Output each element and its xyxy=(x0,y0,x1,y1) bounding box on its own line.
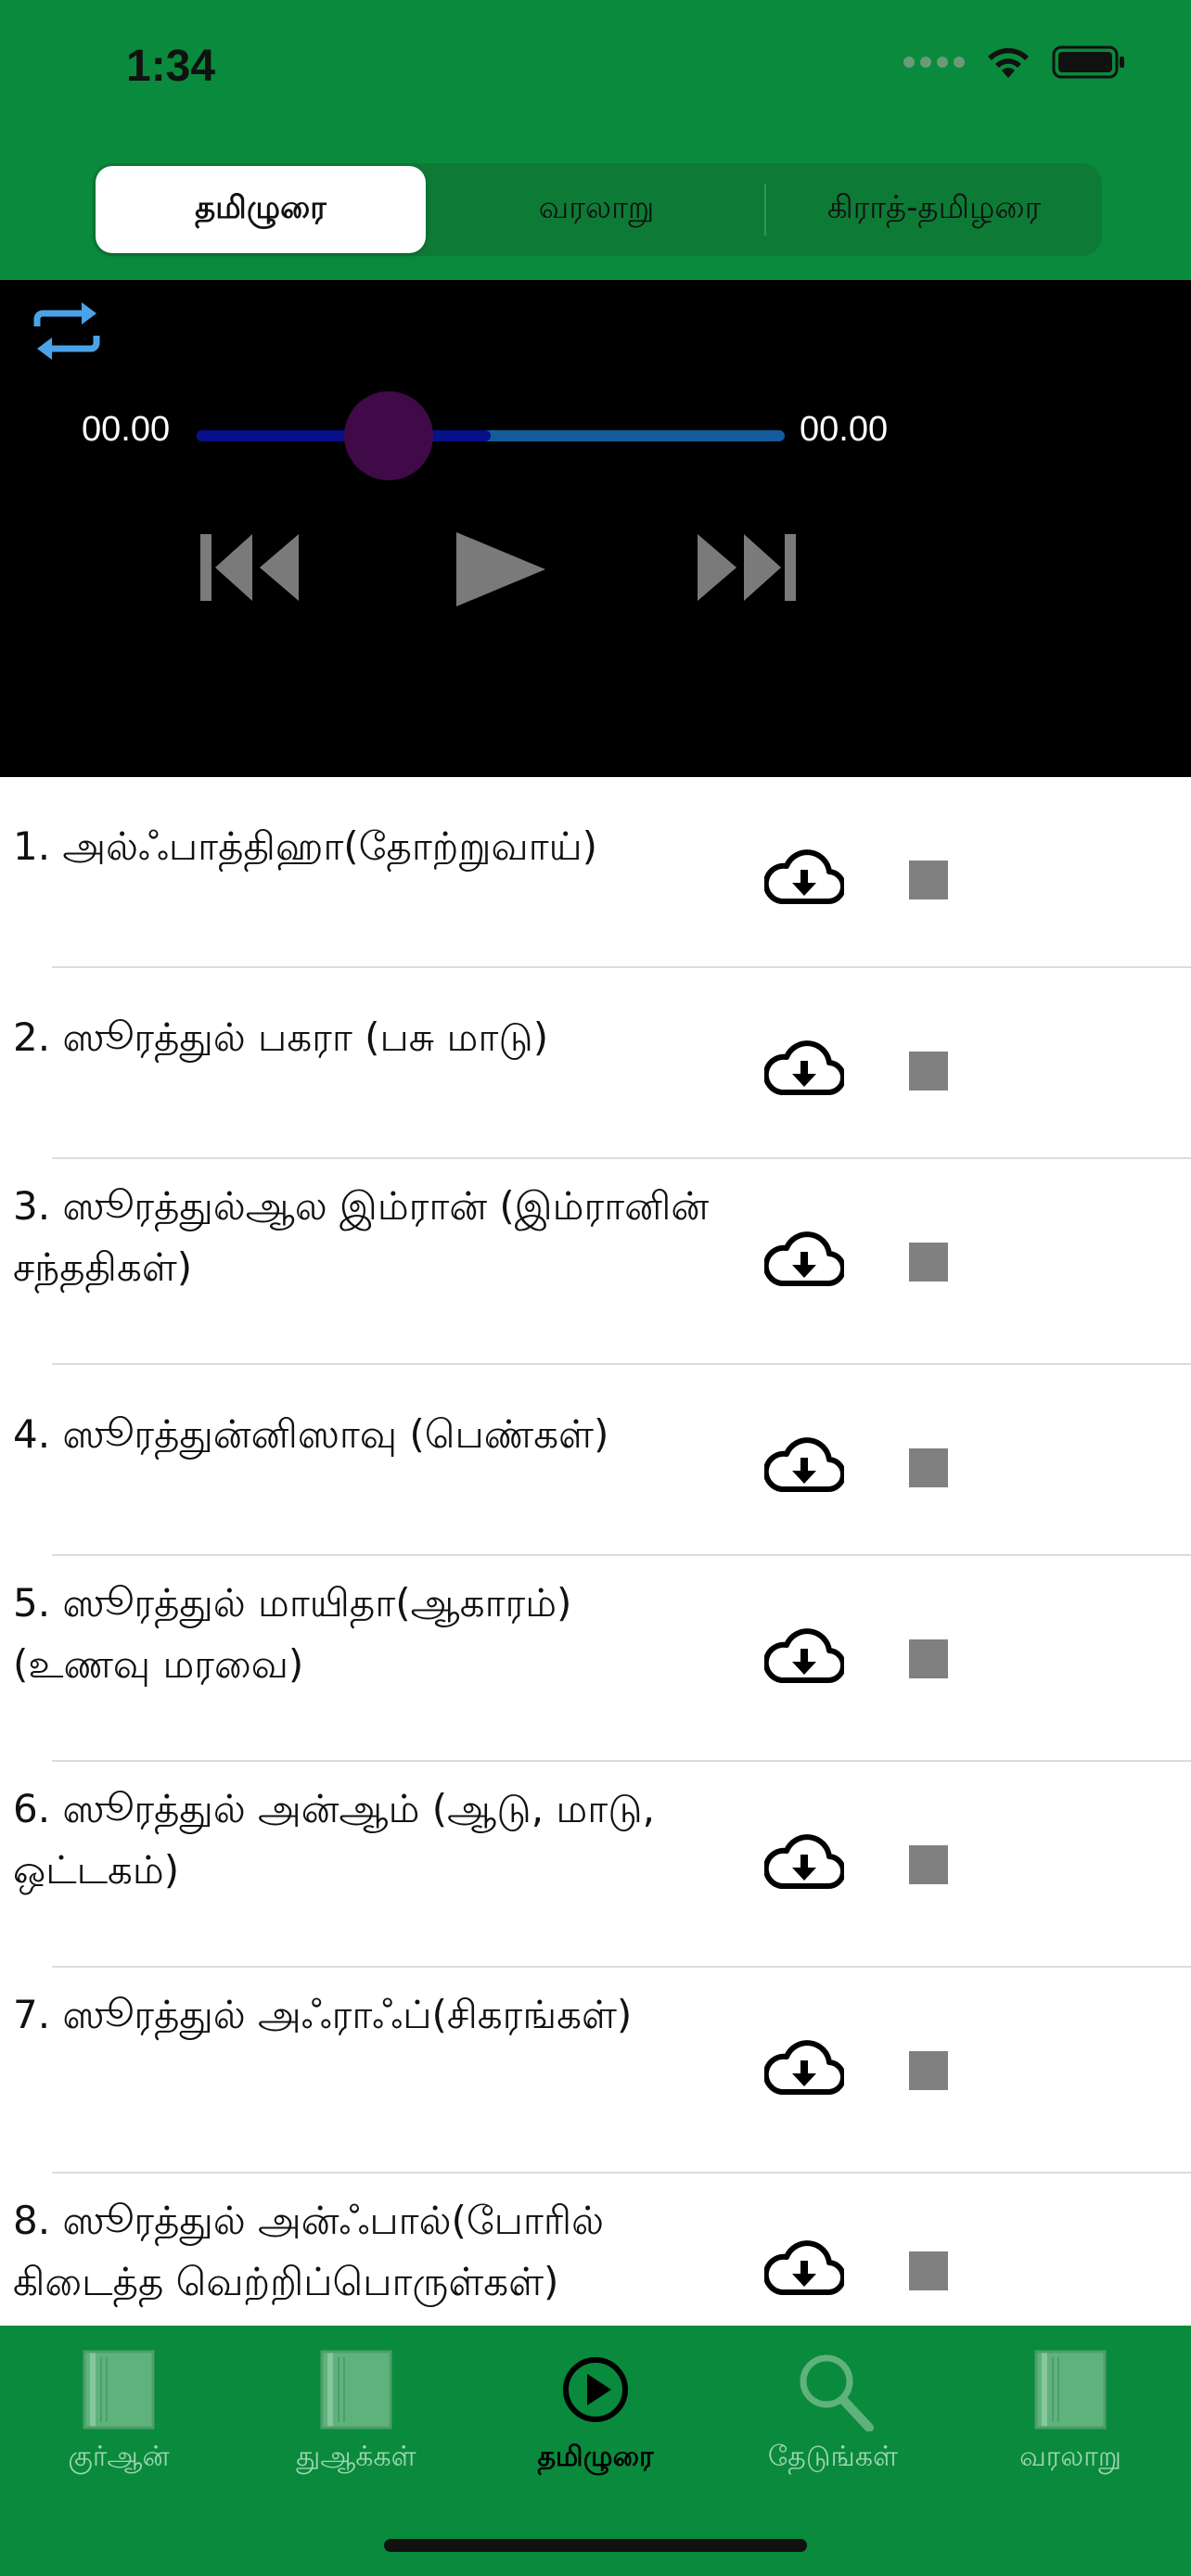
surah-title: 4. ஸூரத்துன்னிஸாவு (பெண்கள்) xyxy=(13,1411,609,1457)
cellular-icon xyxy=(903,57,965,68)
surah-title: 5. ஸூரத்துல் மாயிதா(ஆகாரம்) (உணவு மரவை) xyxy=(13,1580,572,1687)
stop-square-icon[interactable] xyxy=(909,2051,948,2090)
stop-square-icon[interactable] xyxy=(909,861,948,899)
surah-row[interactable]: 2. ஸூரத்துல் பகரா (பசு மாடு) xyxy=(0,968,1191,1159)
surah-row[interactable]: 6. ஸூரத்துல் அன்ஆம் (ஆடு, மாடு, ஒட்டகம்) xyxy=(0,1762,1191,1968)
surah-row[interactable]: 3. ஸூரத்துல்ஆல இம்ரான் (இம்ரானின் சந்ததி… xyxy=(0,1159,1191,1365)
book-icon xyxy=(83,2350,155,2429)
tab-item[interactable]: வரலாறு xyxy=(978,2348,1163,2477)
repeat-icon[interactable] xyxy=(30,299,104,363)
surah-title: 3. ஸூரத்துல்ஆல இம்ரான் (இம்ரானின் சந்ததி… xyxy=(13,1183,710,1290)
segment-tamil-commentary[interactable]: தமிழுரை xyxy=(96,166,426,253)
seek-slider-thumb[interactable] xyxy=(344,391,433,480)
next-track-icon[interactable] xyxy=(694,530,798,605)
download-cloud-icon[interactable] xyxy=(764,1437,844,1495)
download-cloud-icon[interactable] xyxy=(764,1231,844,1289)
surah-row[interactable]: 1. அல்ஃபாத்திஹா(தோற்றுவாய்) xyxy=(0,777,1191,968)
surah-title: 1. அல்ஃபாத்திஹா(தோற்றுவாய்) xyxy=(13,823,598,869)
download-cloud-icon[interactable] xyxy=(764,1834,844,1892)
tab-label: தேடுங்கள் xyxy=(767,2441,899,2473)
content-segmented-control: தமிழுரை வரலாறு கிராத்-தமிழரை xyxy=(93,163,1102,256)
status-icons xyxy=(903,45,1126,80)
segment-qirat-tamil[interactable]: கிராத்-தமிழரை xyxy=(769,166,1099,253)
stop-square-icon[interactable] xyxy=(909,1243,948,1282)
surah-title: 8. ஸூரத்துல் அன்ஃபால்(போரில் கிடைத்த வெற… xyxy=(13,2198,604,2304)
tab-item[interactable]: துஆக்கள் xyxy=(263,2348,449,2477)
surah-title: 2. ஸூரத்துல் பகரா (பசு மாடு) xyxy=(13,1014,549,1060)
book-icon xyxy=(320,2350,392,2429)
download-cloud-icon[interactable] xyxy=(764,1040,844,1098)
total-time: 00.00 xyxy=(800,410,889,449)
surah-title: 6. ஸூரத்துல் அன்ஆம் (ஆடு, மாடு, ஒட்டகம்) xyxy=(13,1786,655,1893)
surah-row[interactable]: 8. ஸூரத்துல் அன்ஃபால்(போரில் கிடைத்த வெற… xyxy=(0,2174,1191,2326)
seek-slider[interactable] xyxy=(197,430,785,441)
tab-item[interactable]: தேடுங்கள் xyxy=(740,2348,926,2477)
tab-label: தமிழுரை xyxy=(537,2441,654,2473)
surah-list: 1. அல்ஃபாத்திஹா(தோற்றுவாய்) 2. ஸூரத்துல் … xyxy=(0,777,1191,2326)
surah-row[interactable]: 7. ஸூரத்துல் அஃராஃப்(சிகரங்கள்) xyxy=(0,1968,1191,2174)
battery-icon xyxy=(1052,45,1124,79)
stop-square-icon[interactable] xyxy=(909,1845,948,1884)
book-icon xyxy=(1034,2350,1107,2429)
tab-label: குர்ஆன் xyxy=(68,2441,170,2473)
surah-row[interactable]: 4. ஸூரத்துன்னிஸாவு (பெண்கள்) xyxy=(0,1365,1191,1556)
tab-label: வரலாறு xyxy=(1019,2441,1121,2473)
stop-square-icon[interactable] xyxy=(909,1052,948,1090)
play-icon[interactable] xyxy=(455,530,547,608)
download-cloud-icon[interactable] xyxy=(764,1628,844,1686)
elapsed-time: 00.00 xyxy=(82,410,171,449)
download-cloud-icon[interactable] xyxy=(764,849,844,907)
surah-row[interactable]: 5. ஸூரத்துல் மாயிதா(ஆகாரம்) (உணவு மரவை) xyxy=(0,1556,1191,1762)
home-indicator xyxy=(384,2539,807,2552)
stop-square-icon[interactable] xyxy=(909,2251,948,2290)
segment-divider xyxy=(764,184,766,236)
wifi-icon xyxy=(988,47,1029,78)
tab-item[interactable]: தமிழுரை xyxy=(503,2348,688,2477)
download-cloud-icon[interactable] xyxy=(764,2240,844,2298)
segment-history[interactable]: வரலாறு xyxy=(431,166,762,253)
header: 1:34 தமிழுரை வரலாறு கிராத்-தமிழரை xyxy=(0,0,1191,280)
status-time: 1:34 xyxy=(126,42,216,91)
tab-item[interactable]: குர்ஆன் xyxy=(26,2348,211,2477)
stop-square-icon[interactable] xyxy=(909,1639,948,1678)
play-circle-icon xyxy=(563,2357,628,2422)
tab-label: துஆக்கள் xyxy=(296,2441,416,2473)
audio-player: 00.00 00.00 xyxy=(0,280,1191,777)
previous-track-icon[interactable] xyxy=(198,530,302,605)
surah-title: 7. ஸூரத்துல் அஃராஃப்(சிகரங்கள்) xyxy=(13,1992,633,2037)
search-icon xyxy=(800,2354,874,2431)
stop-square-icon[interactable] xyxy=(909,1448,948,1487)
download-cloud-icon[interactable] xyxy=(764,2040,844,2098)
